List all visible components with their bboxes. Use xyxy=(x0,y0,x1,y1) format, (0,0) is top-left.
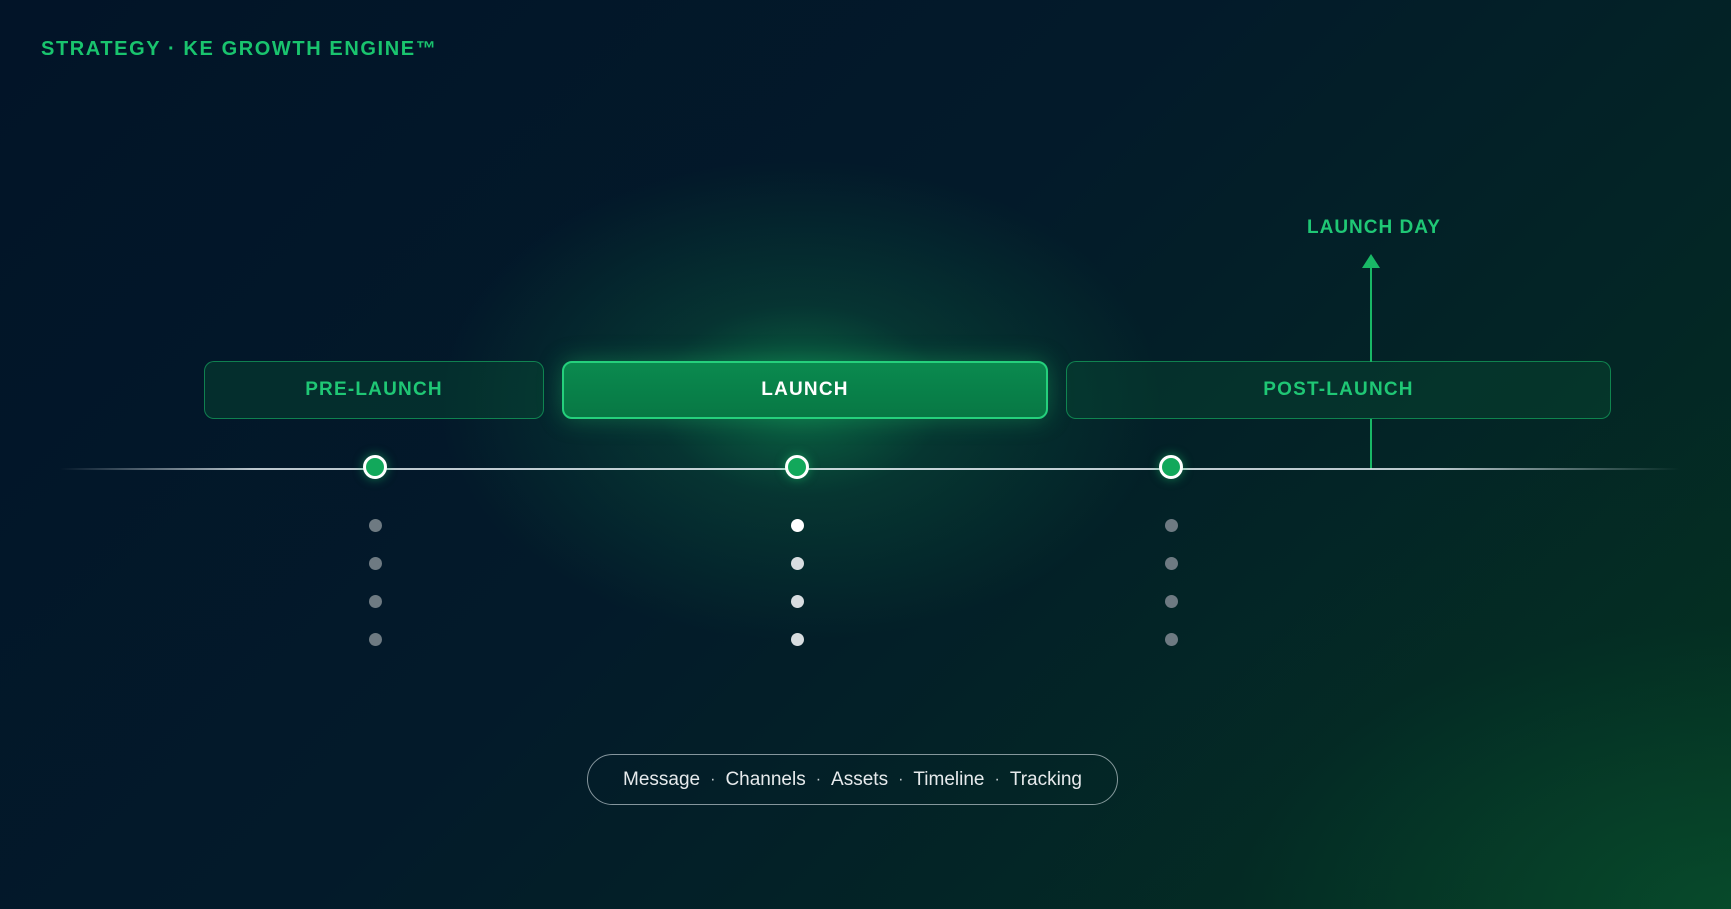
step-dot xyxy=(791,633,804,646)
pill-item-channels: Channels xyxy=(725,768,806,790)
timeline-node-launch xyxy=(785,455,809,479)
phase-launch: LAUNCH xyxy=(562,361,1048,419)
brand-title: STRATEGY · KE GROWTH ENGINE™ xyxy=(41,38,438,60)
pill-item-assets: Assets xyxy=(831,768,889,790)
step-dot xyxy=(1165,633,1178,646)
step-dot xyxy=(369,595,382,608)
step-dot xyxy=(369,633,382,646)
pill-separator: · xyxy=(898,770,904,788)
components-pill: Message · Channels · Assets · Timeline ·… xyxy=(587,754,1118,805)
step-dot xyxy=(791,595,804,608)
step-dot xyxy=(1165,595,1178,608)
step-dot xyxy=(791,557,804,570)
pill-item-timeline: Timeline xyxy=(913,768,985,790)
pill-separator: · xyxy=(994,770,1000,788)
phase-post-launch: POST-LAUNCH xyxy=(1066,361,1611,419)
timeline-node-pre-launch xyxy=(363,455,387,479)
pill-item-tracking: Tracking xyxy=(1009,768,1082,790)
step-dot xyxy=(369,557,382,570)
pill-item-message: Message xyxy=(623,768,701,790)
step-dot xyxy=(1165,557,1178,570)
launch-day-label: LAUNCH DAY xyxy=(1307,217,1441,238)
step-dot xyxy=(369,519,382,532)
step-dot xyxy=(1165,519,1178,532)
timeline-node-post-launch xyxy=(1159,455,1183,479)
timeline-axis xyxy=(60,468,1680,470)
step-dot xyxy=(791,519,804,532)
pill-separator: · xyxy=(710,770,716,788)
pill-separator: · xyxy=(815,770,822,788)
phase-pre-launch: PRE-LAUNCH xyxy=(204,361,544,419)
launch-day-marker-line-lower xyxy=(1370,419,1372,469)
launch-day-marker-line xyxy=(1370,265,1372,362)
